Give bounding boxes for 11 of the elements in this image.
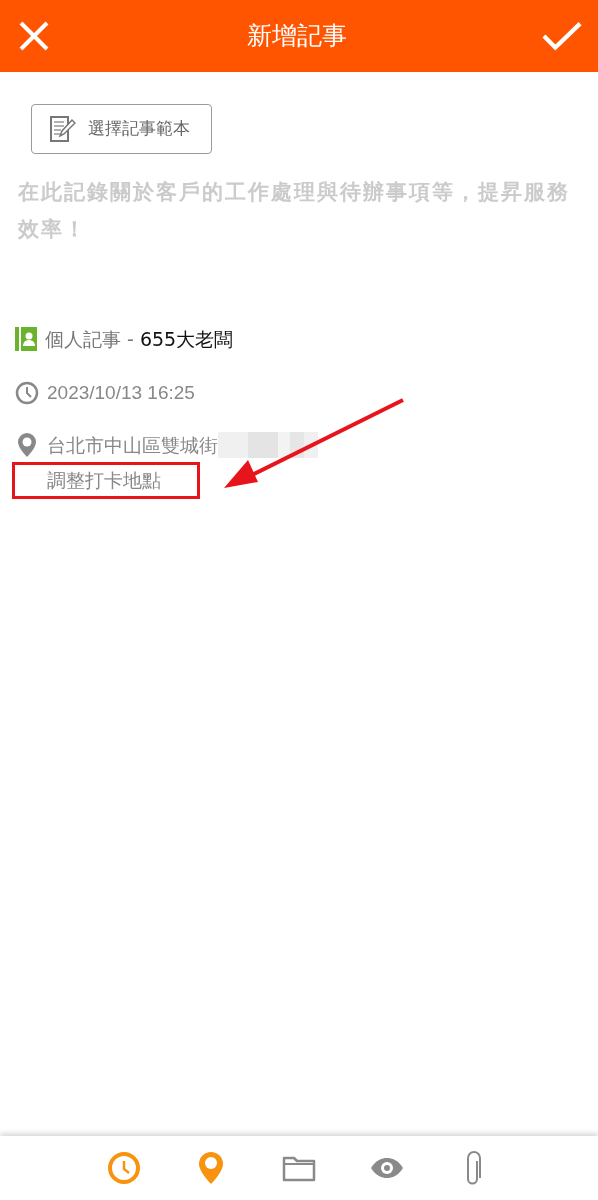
adjust-location-link[interactable]: 調整打卡地點: [12, 462, 200, 499]
contact-book-icon: [15, 327, 37, 351]
template-button[interactable]: 選擇記事範本: [31, 104, 212, 154]
document-edit-icon: [48, 115, 76, 143]
note-category: 個人記事 - 655大老闆: [45, 326, 234, 352]
location-pin-icon: [15, 432, 39, 458]
clock-icon[interactable]: [105, 1150, 142, 1186]
clock-icon: [15, 381, 39, 405]
address-text: 台北市中山區雙城街: [47, 432, 218, 458]
note-timestamp: 2023/10/13 16:25: [47, 380, 195, 405]
page-title: 新增記事: [247, 20, 347, 53]
